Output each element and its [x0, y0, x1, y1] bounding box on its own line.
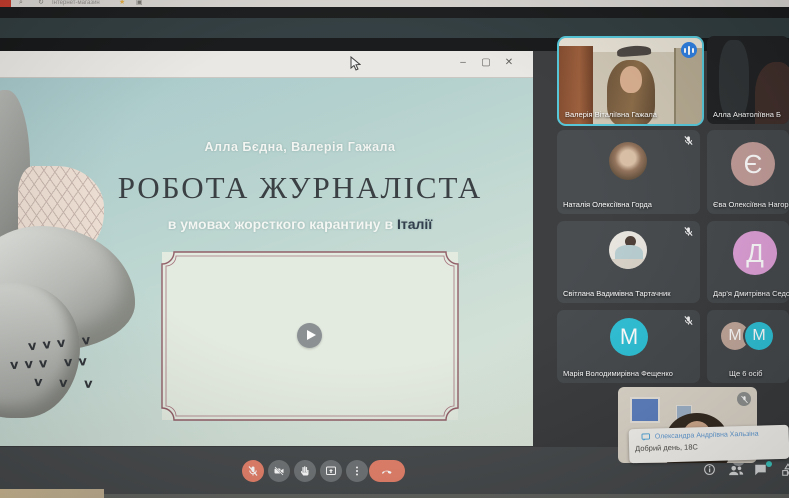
slide-title: РОБОТА ЖУРНАЛІСТА	[117, 170, 483, 205]
desk-edge	[104, 494, 789, 498]
dark-band-middle	[0, 18, 789, 38]
present-screen-icon	[326, 466, 336, 475]
meeting-info-button[interactable]	[703, 463, 716, 481]
slide-subtitle-emphasis: Італії	[396, 216, 433, 232]
participant-tile-alla[interactable]: Алла Анатоліївна Б	[707, 36, 789, 124]
participant-tile-more-people[interactable]: М М Ще 6 осіб	[707, 310, 789, 383]
extension-icon[interactable]: ▣	[136, 0, 143, 6]
camera-off-icon	[274, 466, 284, 476]
participant-name: Дар'я Дмитрівна Седо	[713, 289, 789, 298]
check-marks-art: vvv vv	[9, 353, 94, 374]
video-scene	[719, 40, 749, 120]
window-maximize-button[interactable]: ▢	[478, 54, 494, 72]
more-options-icon	[356, 466, 358, 476]
camera-toggle-button[interactable]	[268, 460, 290, 482]
mic-off-icon	[684, 316, 693, 325]
activities-icon	[782, 463, 789, 476]
desk-edge	[0, 489, 104, 498]
reload-icon[interactable]: ↻	[38, 0, 44, 6]
participant-name: Валерія Віталіївна Гажала	[565, 110, 657, 119]
avatar-initial: Д	[733, 231, 777, 275]
bookmark-star-icon[interactable]: ★	[119, 0, 125, 6]
audio-activity-icon	[681, 42, 697, 58]
presentation-slide: vvv v vvv vv v v v Алла Бєдна, Валерія Г…	[0, 78, 533, 446]
mic-off-icon	[248, 466, 258, 476]
microphone-mute-button[interactable]	[242, 460, 264, 482]
raise-hand-icon	[300, 466, 309, 476]
search-icon[interactable]: ⌕	[19, 0, 23, 6]
mouse-cursor-icon	[350, 56, 361, 71]
avatar-initial: М	[610, 318, 648, 356]
more-options-button[interactable]	[346, 460, 368, 482]
end-call-icon	[382, 470, 392, 475]
info-icon	[704, 464, 715, 475]
browser-toolbar: ⌕ ↻ Інтернет-магазин ★ ▣	[0, 0, 789, 7]
avatar	[609, 231, 647, 269]
chat-message-icon	[641, 433, 651, 441]
activities-button[interactable]	[781, 463, 789, 482]
mic-off-badge	[737, 392, 751, 406]
avatar-initial: Є	[731, 142, 775, 186]
play-button[interactable]	[297, 323, 322, 348]
avatar	[609, 142, 647, 180]
window-close-button[interactable]: ✕	[501, 54, 517, 72]
embedded-video-frame	[160, 250, 460, 422]
present-screen-button[interactable]	[320, 460, 342, 482]
raise-hand-button[interactable]	[294, 460, 316, 482]
participant-tile-yeva[interactable]: Є Єва Олексіївна Нагор	[707, 130, 789, 214]
chat-sender-name: Олександра Андріївна Хальзіна	[654, 430, 759, 441]
participant-name: Марія Володимирівна Фещенко	[563, 369, 673, 378]
mic-off-icon	[684, 136, 693, 145]
mic-off-icon	[740, 395, 748, 403]
avatar-initial: М	[745, 322, 773, 350]
video-scene	[630, 397, 660, 423]
chat-unread-dot	[766, 461, 772, 467]
participant-tile-valeriia[interactable]: Валерія Віталіївна Гажала	[557, 36, 704, 126]
mic-off-icon	[684, 227, 693, 236]
dark-band-top	[0, 7, 789, 18]
slide-subtitle: в умовах жорсткого карантину в Італії	[60, 216, 533, 232]
participant-name: Світлана Вадимівна Тартачник	[563, 289, 671, 298]
participant-tile-nataliia[interactable]: Наталія Олексіївна Горда	[557, 130, 700, 214]
participant-tile-svitlana[interactable]: Світлана Вадимівна Тартачник	[557, 221, 700, 303]
address-bar-text[interactable]: Інтернет-магазин	[52, 0, 100, 7]
shared-window-titlebar: – ▢ ✕	[0, 51, 533, 78]
window-minimize-button[interactable]: –	[455, 54, 471, 72]
slide-subtitle-text: в умовах жорсткого карантину в	[167, 216, 397, 232]
participant-name: Єва Олексіївна Нагор	[713, 200, 789, 209]
video-scene	[620, 66, 642, 93]
avatar-detail	[609, 259, 647, 269]
chat-notification-toast[interactable]: Олександра Андріївна Хальзіна Добрий ден…	[628, 424, 789, 464]
participant-name: Алла Анатоліївна Б	[713, 110, 781, 119]
end-call-button[interactable]	[369, 460, 405, 482]
more-people-label: Ще 6 осіб	[729, 369, 763, 378]
browser-tab-fragment[interactable]	[0, 0, 11, 7]
participants-button[interactable]	[728, 463, 744, 482]
check-marks-art: v v v	[33, 374, 99, 393]
video-scene	[674, 48, 702, 124]
slide-authors: Алла Бєдна, Валерія Гажала	[204, 140, 396, 154]
chat-message-text: Добрий день, 18С	[634, 442, 698, 454]
participant-tile-daria[interactable]: Д Дар'я Дмитрівна Седо	[707, 221, 789, 303]
participant-name: Наталія Олексіївна Горда	[563, 200, 652, 209]
screen-photo: ⌕ ↻ Інтернет-магазин ★ ▣ – ▢ ✕ vvv v vvv…	[0, 0, 789, 498]
participant-tile-mariia[interactable]: М Марія Володимирівна Фещенко	[557, 310, 700, 383]
